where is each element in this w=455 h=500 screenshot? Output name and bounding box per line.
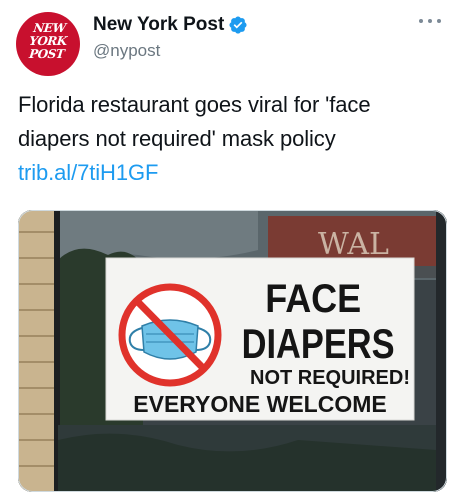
- sign-line-everyone-welcome: EVERYONE WELCOME: [133, 391, 386, 417]
- storefront-reflection-text: WAL: [318, 227, 389, 262]
- tweet-media-photo[interactable]: WAL FACE DIAPERS NOT REQUIRED! EVERYONE …: [18, 210, 447, 492]
- verified-badge-icon: [229, 16, 247, 34]
- display-name[interactable]: New York Post: [93, 14, 224, 36]
- more-options-icon[interactable]: [419, 14, 441, 28]
- photo-storefront-sign: WAL FACE DIAPERS NOT REQUIRED! EVERYONE …: [18, 210, 447, 492]
- avatar[interactable]: NEW YORK POST: [16, 12, 80, 76]
- tweet-header: NEW YORK POST New York Post @nypost: [0, 0, 455, 80]
- avatar-logo-text: NEW YORK POST: [28, 21, 68, 61]
- tweet-body: Florida restaurant goes viral for 'face …: [18, 92, 371, 151]
- name-row: New York Post: [93, 14, 248, 36]
- account-handle[interactable]: @nypost: [93, 41, 160, 61]
- sign-line-not-required: NOT REQUIRED!: [250, 367, 410, 389]
- face-diapers-sign: FACE DIAPERS NOT REQUIRED! EVERYONE WELC…: [105, 257, 415, 421]
- sign-line-face: FACE: [265, 277, 361, 321]
- tweet-text: Florida restaurant goes viral for 'face …: [18, 88, 443, 190]
- sign-line-diapers: DIAPERS: [242, 321, 395, 368]
- prohibited-icon: [118, 283, 222, 387]
- tweet-link[interactable]: trib.al/7tiH1GF: [18, 160, 158, 185]
